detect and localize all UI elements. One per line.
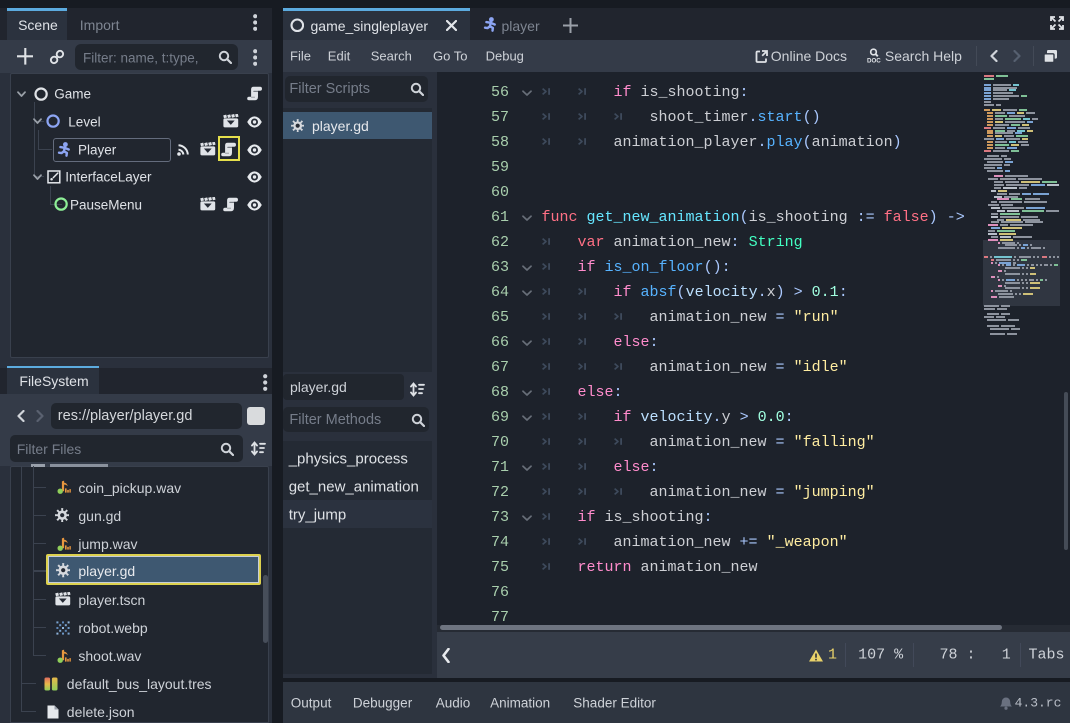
svg-text:DOC: DOC — [867, 58, 881, 65]
